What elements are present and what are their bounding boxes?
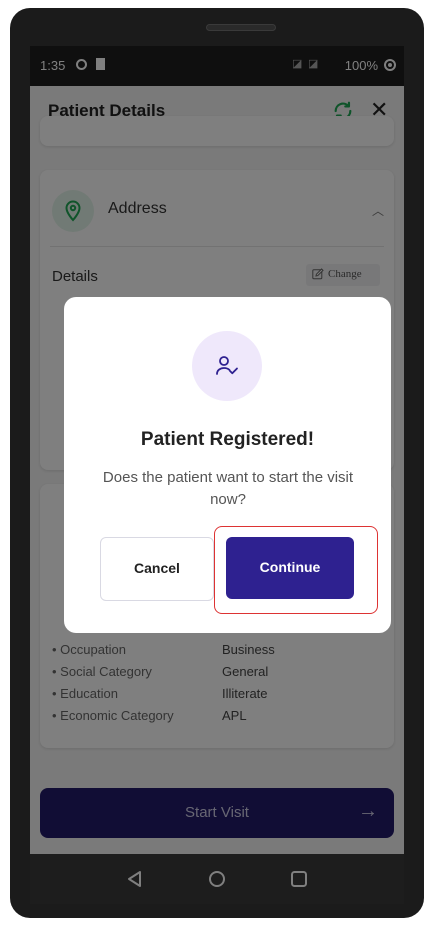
cancel-button[interactable]: Cancel bbox=[100, 537, 214, 601]
user-check-icon bbox=[216, 356, 238, 375]
speaker-grille bbox=[206, 24, 276, 31]
continue-highlight-box bbox=[214, 526, 378, 614]
user-check-badge bbox=[192, 331, 262, 401]
dialog-title: Patient Registered! bbox=[140, 429, 315, 450]
device-frame: 1:35 ◪ ◪ 100% Patient Details ✕ bbox=[10, 8, 424, 918]
screen: 1:35 ◪ ◪ 100% Patient Details ✕ bbox=[30, 46, 404, 904]
cancel-label: Cancel bbox=[134, 560, 180, 576]
patient-registered-dialog: Patient Registered! Does the patient wan… bbox=[64, 297, 391, 633]
dialog-message: Does the patient want to start the visit… bbox=[102, 469, 354, 508]
